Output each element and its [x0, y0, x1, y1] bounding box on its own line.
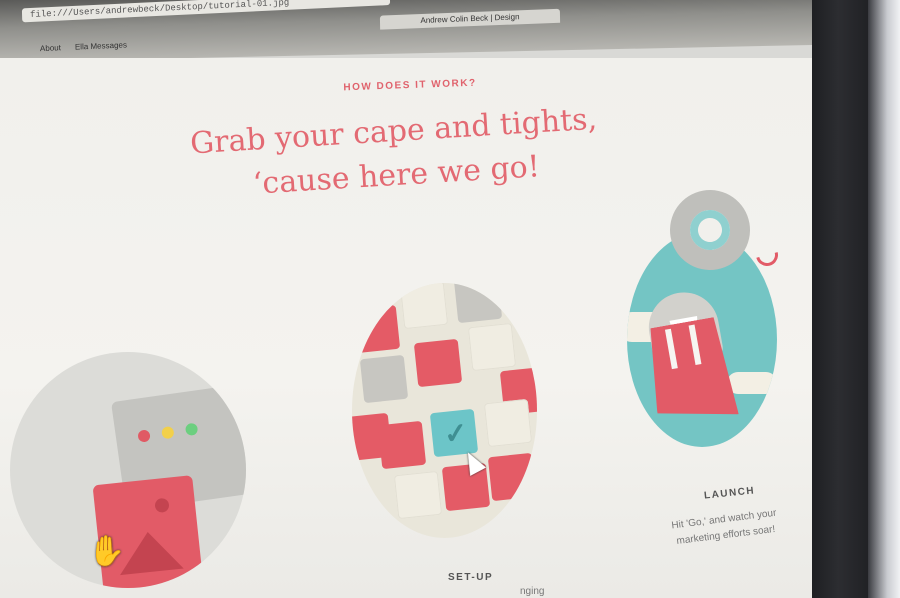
bookmark-about[interactable]: About	[40, 43, 61, 53]
sun-shape	[154, 497, 170, 514]
grid-tile	[467, 322, 517, 372]
step-2-illustration: ✓	[352, 283, 537, 538]
step-1-illustration: ✋	[10, 352, 246, 588]
check-icon: ✓	[442, 416, 470, 450]
grid-tile	[352, 304, 401, 354]
setup-step-description: nging	[520, 586, 545, 597]
grid-tile	[399, 283, 449, 330]
grid-tile	[393, 470, 443, 520]
grid-tile	[453, 283, 503, 324]
address-bar[interactable]: file:///Users/andrewbeck/Desktop/tutoria…	[21, 0, 391, 23]
hand-cursor-icon: ✋	[88, 535, 126, 568]
bookmarks-bar: About Ella Messages	[40, 40, 127, 53]
browser-chrome: file:///Users/andrewbeck/Desktop/tutoria…	[0, 0, 812, 62]
grid-tile	[359, 354, 409, 404]
grid-tile	[487, 452, 537, 502]
green-dot	[184, 422, 199, 437]
yellow-dot	[161, 425, 175, 440]
grid-tile	[377, 420, 427, 470]
image-icon	[92, 475, 204, 588]
browser-tab[interactable]: Andrew Colin Beck | Design	[379, 8, 561, 30]
laptop-edge	[868, 0, 900, 598]
mountain-shape	[115, 528, 184, 576]
bookmark-messages[interactable]: Ella Messages	[75, 40, 127, 51]
grid-tile	[483, 398, 533, 448]
setup-step-title: SET-UP	[448, 572, 494, 583]
grid-tile	[441, 462, 491, 512]
red-dot	[137, 429, 151, 443]
grid-tile	[413, 338, 463, 388]
